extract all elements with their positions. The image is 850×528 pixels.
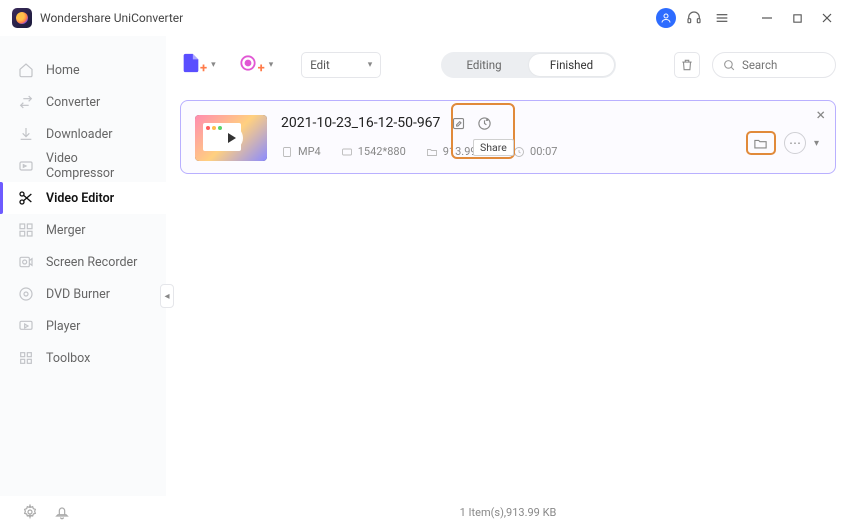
download-icon xyxy=(18,126,34,142)
hamburger-menu-icon[interactable] xyxy=(712,8,732,28)
sidebar-item-video-editor[interactable]: Video Editor xyxy=(0,182,166,214)
converter-icon xyxy=(18,94,34,110)
search-icon xyxy=(723,59,736,72)
file-icon xyxy=(281,146,293,158)
sidebar-item-converter[interactable]: Converter xyxy=(0,86,166,118)
clock-icon xyxy=(513,146,525,158)
minimize-button[interactable] xyxy=(756,7,778,29)
content-area: + ▾ + ▾ Edit ▾ Editing Finished xyxy=(166,36,850,496)
file-title: 2021-10-23_16-12-50-967 xyxy=(281,115,440,131)
sidebar-item-toolbox[interactable]: Toolbox xyxy=(0,342,166,374)
sidebar-item-downloader[interactable]: Downloader xyxy=(0,118,166,150)
record-icon xyxy=(18,254,34,270)
notifications-button[interactable] xyxy=(54,504,70,520)
sidebar-item-label: Toolbox xyxy=(46,351,90,366)
add-file-button[interactable]: + ▾ xyxy=(180,52,216,78)
sidebar: Home Converter Downloader Video Compress… xyxy=(0,36,166,496)
file-card: 2021-10-23_16-12-50-967 MP4 1542*880 xyxy=(180,100,836,174)
resolution-icon xyxy=(341,146,353,158)
ellipsis-icon: ⋯ xyxy=(789,136,801,150)
toolbar: + ▾ + ▾ Edit ▾ Editing Finished xyxy=(180,44,836,86)
sidebar-collapse-toggle[interactable]: ◂ xyxy=(160,284,174,308)
chevron-down-icon: ▾ xyxy=(368,60,373,70)
open-folder-button[interactable] xyxy=(746,131,776,155)
video-thumbnail[interactable] xyxy=(195,115,267,161)
plus-icon: + xyxy=(258,61,265,76)
play-icon xyxy=(219,126,243,150)
footer-status: 1 Item(s),913.99 KB xyxy=(166,506,850,519)
user-avatar[interactable] xyxy=(656,8,676,28)
tab-finished[interactable]: Finished xyxy=(529,54,615,76)
meta-duration: 00:07 xyxy=(513,145,557,158)
folder-icon xyxy=(426,146,438,158)
merger-icon xyxy=(18,222,34,238)
sidebar-item-label: Player xyxy=(46,319,80,334)
more-actions-button[interactable]: ⋯ xyxy=(784,132,806,154)
trash-button[interactable] xyxy=(674,52,700,78)
meta-format: MP4 xyxy=(281,145,321,158)
sidebar-item-label: Merger xyxy=(46,223,86,238)
sidebar-item-label: DVD Burner xyxy=(46,287,110,302)
chevron-down-icon[interactable]: ▾ xyxy=(814,138,819,149)
search-box[interactable] xyxy=(712,52,836,78)
search-input[interactable] xyxy=(742,58,822,72)
chevron-down-icon: ▾ xyxy=(269,60,274,70)
trash-icon xyxy=(680,58,694,72)
tabs: Editing Finished xyxy=(441,52,616,78)
footer: 1 Item(s),913.99 KB xyxy=(0,496,850,528)
sidebar-item-label: Video Editor xyxy=(46,191,114,206)
app-logo xyxy=(12,8,32,28)
sidebar-item-label: Screen Recorder xyxy=(46,255,137,270)
player-icon xyxy=(18,318,34,334)
rename-icon[interactable] xyxy=(450,115,466,131)
folder-icon xyxy=(753,136,768,151)
share-tooltip: Share xyxy=(473,139,514,156)
file-plus-icon xyxy=(180,52,202,78)
sidebar-item-label: Home xyxy=(46,63,80,78)
edit-dropdown-label: Edit xyxy=(310,58,329,72)
maximize-button[interactable] xyxy=(786,7,808,29)
edit-dropdown[interactable]: Edit ▾ xyxy=(301,52,381,78)
scissors-icon xyxy=(18,190,34,206)
grid-icon xyxy=(18,350,34,366)
share-icon[interactable] xyxy=(476,115,492,131)
gear-icon xyxy=(22,504,38,520)
sidebar-item-home[interactable]: Home xyxy=(0,54,166,86)
sidebar-item-compressor[interactable]: Video Compressor xyxy=(0,150,166,182)
add-target-button[interactable]: + ▾ xyxy=(238,53,274,77)
meta-resolution: 1542*880 xyxy=(341,145,406,158)
target-plus-icon xyxy=(238,53,258,77)
sidebar-item-label: Downloader xyxy=(46,127,113,142)
settings-button[interactable] xyxy=(22,504,38,520)
sidebar-item-dvd-burner[interactable]: DVD Burner xyxy=(0,278,166,310)
sidebar-item-player[interactable]: Player xyxy=(0,310,166,342)
bell-icon xyxy=(54,504,70,520)
chevron-down-icon: ▾ xyxy=(211,60,216,70)
compress-icon xyxy=(18,158,34,174)
tab-editing[interactable]: Editing xyxy=(441,52,527,78)
title-bar: Wondershare UniConverter xyxy=(0,0,850,36)
sidebar-item-label: Video Compressor xyxy=(46,151,148,181)
plus-icon: + xyxy=(200,61,207,76)
sidebar-item-screen-recorder[interactable]: Screen Recorder xyxy=(0,246,166,278)
home-icon xyxy=(18,62,34,78)
app-title: Wondershare UniConverter xyxy=(40,11,656,25)
sidebar-item-merger[interactable]: Merger xyxy=(0,214,166,246)
disc-icon xyxy=(18,286,34,302)
close-window-button[interactable] xyxy=(816,7,838,29)
headset-icon[interactable] xyxy=(684,8,704,28)
sidebar-item-label: Converter xyxy=(46,95,100,110)
card-close-button[interactable]: × xyxy=(816,107,825,123)
